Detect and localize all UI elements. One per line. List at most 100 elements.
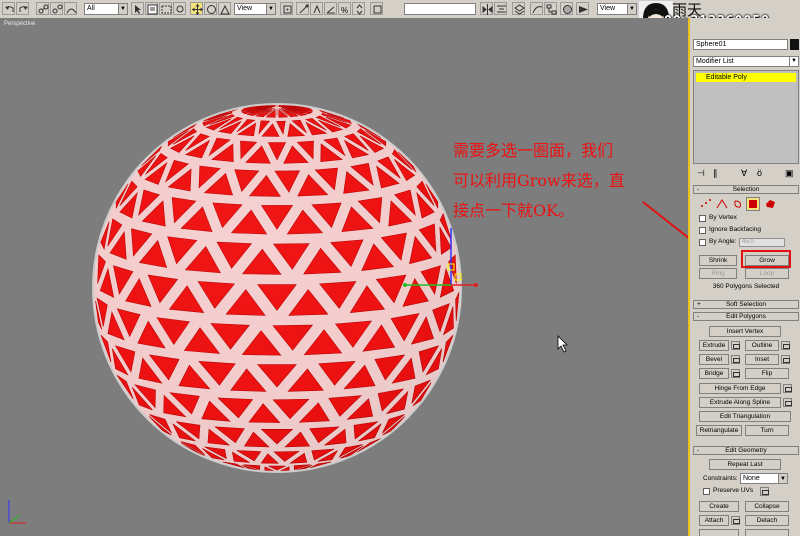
chevron-down-icon: ▼ bbox=[118, 4, 127, 14]
chevron-down-icon: ▼ bbox=[266, 4, 275, 14]
edit-named-selection-icon[interactable] bbox=[370, 2, 383, 15]
soft-selection-rollout-header[interactable]: + Soft Selection bbox=[693, 300, 799, 309]
selection-filter-value: All bbox=[87, 5, 95, 12]
attach-button[interactable]: Attach bbox=[699, 515, 729, 526]
make-unique-icon[interactable]: ∀ bbox=[741, 168, 747, 179]
attach-list-icon[interactable] bbox=[731, 516, 740, 525]
slice-button[interactable] bbox=[745, 529, 789, 536]
edge-level-icon[interactable] bbox=[716, 199, 728, 211]
repeat-last-button[interactable]: Repeat Last bbox=[709, 459, 781, 470]
select-and-scale-icon[interactable] bbox=[218, 2, 231, 15]
select-and-rotate-icon[interactable] bbox=[204, 2, 217, 15]
spinner-snap-icon[interactable] bbox=[352, 2, 365, 15]
hinge-settings-icon[interactable] bbox=[783, 384, 792, 393]
percent-snap-icon[interactable]: % bbox=[338, 2, 351, 15]
layer-manager-icon[interactable] bbox=[512, 2, 525, 15]
selection-filter-dropdown[interactable]: All ▼ bbox=[84, 3, 128, 15]
named-selection-sets-field[interactable] bbox=[404, 3, 476, 15]
render-scene-icon[interactable] bbox=[576, 2, 589, 15]
preserve-uvs-checkbox[interactable] bbox=[703, 488, 710, 495]
extrude-along-spline-settings-icon[interactable] bbox=[783, 398, 792, 407]
ignore-backfacing-label: Ignore Backfacing bbox=[709, 226, 762, 233]
snap-toggle-icon[interactable] bbox=[310, 2, 323, 15]
pin-stack-icon[interactable]: ⊣ bbox=[697, 168, 705, 179]
flip-button[interactable]: Flip bbox=[745, 368, 789, 379]
mirror-icon[interactable] bbox=[480, 2, 493, 15]
undo-icon[interactable] bbox=[2, 2, 15, 15]
modifier-list-dropdown[interactable]: Modifier List ▼ bbox=[693, 56, 799, 67]
show-end-result-icon[interactable]: ∥ bbox=[713, 168, 718, 179]
select-object-icon[interactable] bbox=[131, 2, 144, 15]
edit-polygons-rollout-header[interactable]: - Edit Polygons bbox=[693, 312, 799, 321]
bevel-settings-icon[interactable] bbox=[731, 355, 740, 364]
outline-button[interactable]: Outline bbox=[745, 340, 779, 351]
align-icon[interactable] bbox=[494, 2, 507, 15]
select-and-move-icon[interactable] bbox=[190, 2, 203, 15]
edit-geometry-title: Edit Geometry bbox=[725, 447, 767, 454]
constraints-value: None bbox=[743, 475, 760, 482]
bind-space-warp-icon[interactable] bbox=[64, 2, 77, 15]
preserve-uvs-settings-icon[interactable] bbox=[760, 487, 769, 496]
ignore-backfacing-checkbox[interactable] bbox=[699, 227, 706, 234]
remove-modifier-icon[interactable]: ö bbox=[757, 168, 762, 178]
element-level-icon[interactable] bbox=[764, 199, 776, 211]
by-vertex-checkbox[interactable] bbox=[699, 215, 706, 222]
angle-snap-icon[interactable] bbox=[324, 2, 337, 15]
window-crossing-icon[interactable] bbox=[173, 2, 186, 15]
vertex-level-icon[interactable] bbox=[700, 199, 712, 211]
modifier-list-label: Modifier List bbox=[696, 58, 734, 65]
hinge-from-edge-button[interactable]: Hinge From Edge bbox=[699, 383, 781, 394]
insert-vertex-button[interactable]: Insert Vertex bbox=[709, 326, 781, 337]
ring-button[interactable]: Ring bbox=[699, 268, 737, 279]
by-angle-spinner[interactable]: 45.0 bbox=[739, 238, 785, 247]
polygon-level-icon[interactable] bbox=[746, 197, 760, 211]
object-name-field[interactable]: Sphere01 bbox=[693, 39, 788, 50]
inset-button[interactable]: Inset bbox=[745, 354, 779, 365]
bevel-button[interactable]: Bevel bbox=[699, 354, 729, 365]
render-type-dropdown[interactable]: View ▼ bbox=[597, 3, 637, 15]
extrude-button[interactable]: Extrude bbox=[699, 340, 729, 351]
configure-modifier-sets-icon[interactable]: ▣ bbox=[785, 168, 794, 179]
curve-editor-icon[interactable] bbox=[530, 2, 543, 15]
redo-icon[interactable] bbox=[16, 2, 29, 15]
collapse-button[interactable]: Collapse bbox=[745, 501, 789, 512]
select-and-link-icon[interactable] bbox=[36, 2, 49, 15]
material-editor-icon[interactable] bbox=[560, 2, 573, 15]
rectangular-selection-icon[interactable] bbox=[159, 2, 172, 15]
by-angle-checkbox[interactable] bbox=[699, 239, 706, 246]
reference-coordinate-value: View bbox=[237, 5, 253, 12]
inset-settings-icon[interactable] bbox=[781, 355, 790, 364]
edit-triangulation-button[interactable]: Edit Triangulation bbox=[699, 411, 791, 422]
command-panel: Sphere01 Modifier List ▼ Editable Poly ⊣ … bbox=[688, 18, 800, 536]
constraints-dropdown[interactable]: None ▼ bbox=[740, 473, 788, 484]
create-button[interactable]: Create bbox=[699, 501, 739, 512]
extrude-along-spline-button[interactable]: Extrude Along Spline bbox=[699, 397, 781, 408]
outline-settings-icon[interactable] bbox=[781, 341, 790, 350]
pivot-center-icon[interactable] bbox=[280, 2, 293, 15]
stack-item-editable-poly[interactable]: Editable Poly bbox=[696, 73, 796, 82]
sphere-mesh[interactable] bbox=[0, 18, 688, 536]
reference-coordinate-dropdown[interactable]: View ▼ bbox=[234, 3, 276, 15]
select-by-name-icon[interactable] bbox=[145, 2, 158, 15]
loop-button[interactable]: Loop bbox=[745, 268, 789, 279]
grow-highlight-box bbox=[741, 250, 791, 268]
bridge-settings-icon[interactable] bbox=[731, 369, 740, 378]
border-level-icon[interactable] bbox=[732, 199, 744, 211]
mouse-cursor-icon bbox=[557, 335, 568, 353]
perspective-viewport[interactable]: Perspective 需要多选一圈面，我们 可以利用Grow来选，直 接点一下… bbox=[0, 18, 688, 536]
retriangulate-button[interactable]: Retriangulate bbox=[696, 425, 742, 436]
edit-geometry-rollout-header[interactable]: - Edit Geometry bbox=[693, 446, 799, 455]
extrude-settings-icon[interactable] bbox=[731, 341, 740, 350]
modifier-stack[interactable]: Editable Poly bbox=[693, 70, 799, 164]
turn-button[interactable]: Turn bbox=[745, 425, 789, 436]
shrink-button[interactable]: Shrink bbox=[699, 255, 737, 266]
slice-plane-button[interactable] bbox=[699, 529, 739, 536]
selection-rollout-header[interactable]: - Selection bbox=[693, 185, 799, 194]
unlink-icon[interactable] bbox=[50, 2, 63, 15]
chevron-down-icon: ▼ bbox=[627, 4, 636, 14]
object-color-swatch[interactable] bbox=[790, 39, 799, 50]
bridge-button[interactable]: Bridge bbox=[699, 368, 729, 379]
manipulate-icon[interactable] bbox=[296, 2, 309, 15]
detach-button[interactable]: Detach bbox=[745, 515, 789, 526]
schematic-view-icon[interactable] bbox=[544, 2, 557, 15]
